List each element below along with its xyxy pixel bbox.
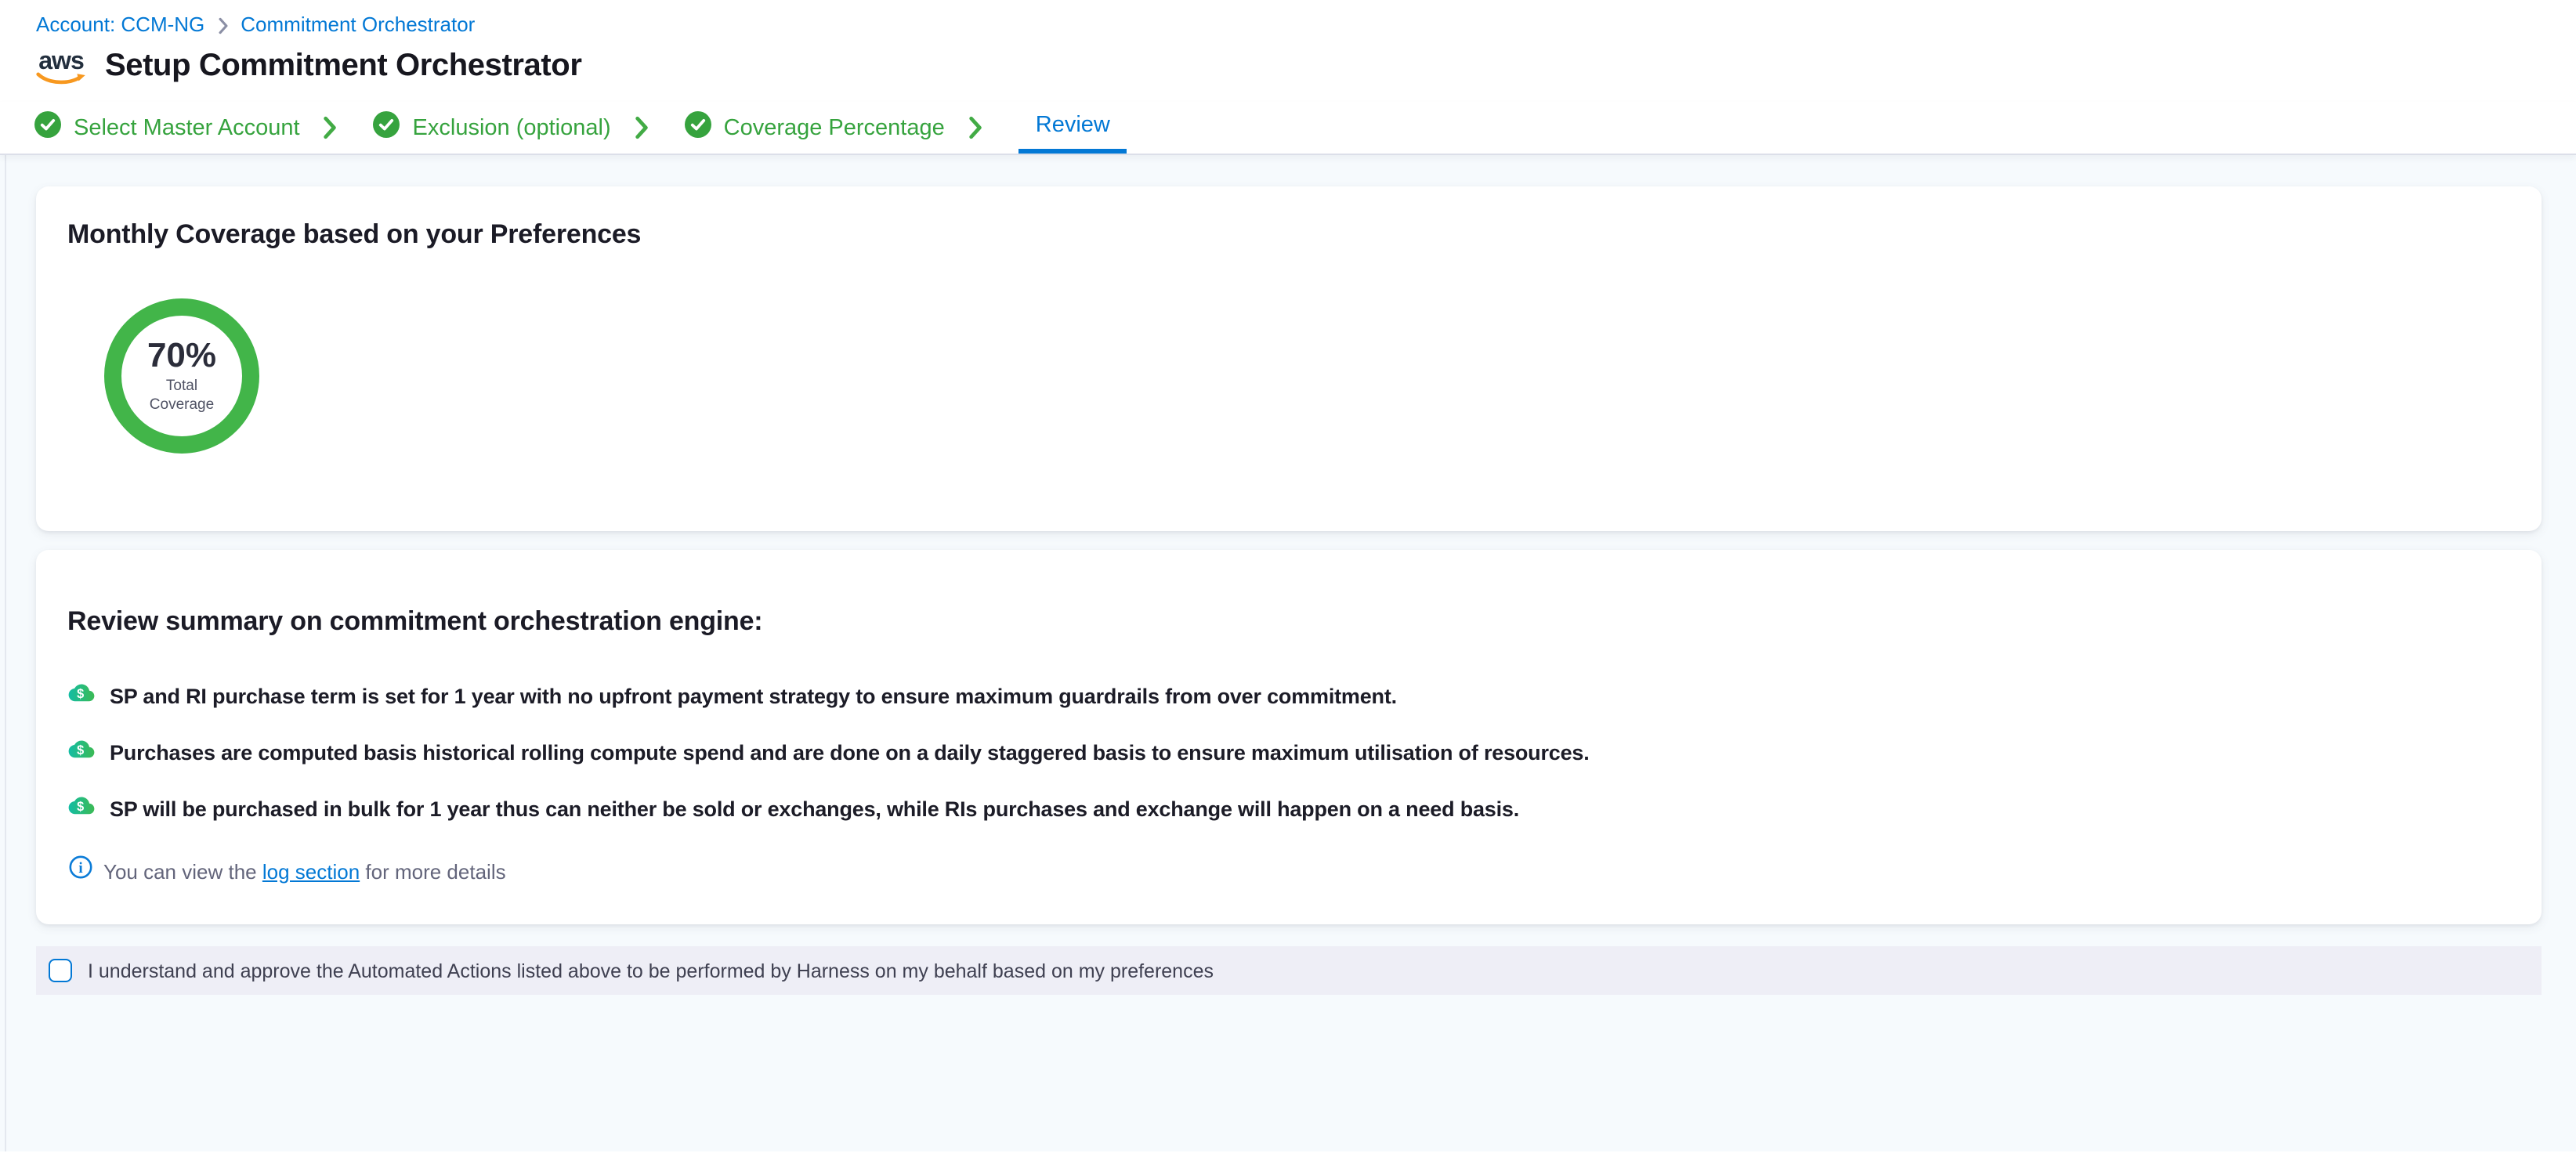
step-select-master-account[interactable]: Select Master Account	[34, 102, 300, 154]
consent-checkbox[interactable]	[49, 959, 72, 982]
cloud-dollar-icon: $	[67, 680, 96, 711]
gauge-label: Total Coverage	[150, 378, 214, 414]
consent-bar: I understand and approve the Automated A…	[36, 946, 2542, 995]
step-coverage-percentage[interactable]: Coverage Percentage	[685, 102, 945, 154]
content-area: Monthly Coverage based on your Preferenc…	[0, 155, 2576, 1151]
check-circle-icon	[685, 111, 711, 144]
cloud-dollar-icon: $	[67, 793, 96, 824]
coverage-card: Monthly Coverage based on your Preferenc…	[36, 186, 2542, 531]
info-suffix: for more details	[360, 859, 505, 883]
page-header: Account: CCM-NG Commitment Orchestrator …	[0, 0, 2576, 155]
summary-point: $ Purchases are computed basis historica…	[67, 736, 2510, 768]
log-section-link[interactable]: log section	[262, 859, 360, 883]
coverage-gauge: 70% Total Coverage	[103, 298, 260, 454]
breadcrumb-page-link[interactable]: Commitment Orchestrator	[241, 13, 475, 36]
summary-point-text: Purchases are computed basis historical …	[110, 740, 1590, 764]
summary-point: $ SP will be purchased in bulk for 1 yea…	[67, 793, 2510, 824]
step-label: Select Master Account	[74, 115, 300, 140]
chevron-right-icon	[635, 102, 649, 154]
svg-text:i: i	[78, 860, 82, 877]
summary-points: $ SP and RI purchase term is set for 1 y…	[67, 680, 2510, 824]
chevron-right-icon	[968, 102, 982, 154]
info-row: i You can view the log section for more …	[67, 855, 2510, 887]
svg-text:$: $	[77, 743, 84, 757]
summary-point: $ SP and RI purchase term is set for 1 y…	[67, 680, 2510, 711]
commitment-orchestrator-page: Account: CCM-NG Commitment Orchestrator …	[0, 0, 2576, 1164]
summary-point-text: SP will be purchased in bulk for 1 year …	[110, 797, 1519, 820]
aws-logo-icon: aws	[34, 50, 88, 86]
left-divider	[5, 155, 6, 1151]
step-review-active-tab[interactable]: Review	[1018, 102, 1127, 154]
step-label: Exclusion (optional)	[413, 115, 611, 140]
wizard-stepper: Select Master Account Exclusion (optiona…	[0, 102, 2576, 155]
cloud-dollar-icon: $	[67, 736, 96, 768]
consent-label: I understand and approve the Automated A…	[88, 960, 1214, 981]
gauge-value: 70%	[147, 338, 216, 373]
chevron-right-icon	[217, 16, 228, 34]
breadcrumb: Account: CCM-NG Commitment Orchestrator	[0, 0, 2576, 36]
coverage-card-title: Monthly Coverage based on your Preferenc…	[67, 219, 2510, 251]
step-label: Coverage Percentage	[724, 115, 945, 140]
summary-card-title: Review summary on commitment orchestrati…	[67, 606, 2510, 638]
summary-point-text: SP and RI purchase term is set for 1 yea…	[110, 684, 1397, 707]
chevron-right-icon	[324, 102, 338, 154]
info-icon: i	[69, 855, 92, 887]
step-label: Review	[1036, 113, 1110, 138]
title-row: aws Setup Commitment Orchestrator	[0, 36, 2576, 86]
info-prefix: You can view the	[103, 859, 262, 883]
page-title: Setup Commitment Orchestrator	[105, 49, 582, 85]
summary-card: Review summary on commitment orchestrati…	[36, 550, 2542, 924]
step-exclusion[interactable]: Exclusion (optional)	[374, 102, 611, 154]
svg-text:$: $	[77, 687, 84, 701]
check-circle-icon	[374, 111, 400, 144]
breadcrumb-account-link[interactable]: Account: CCM-NG	[36, 13, 204, 36]
svg-text:$: $	[77, 800, 84, 814]
check-circle-icon	[34, 111, 61, 144]
